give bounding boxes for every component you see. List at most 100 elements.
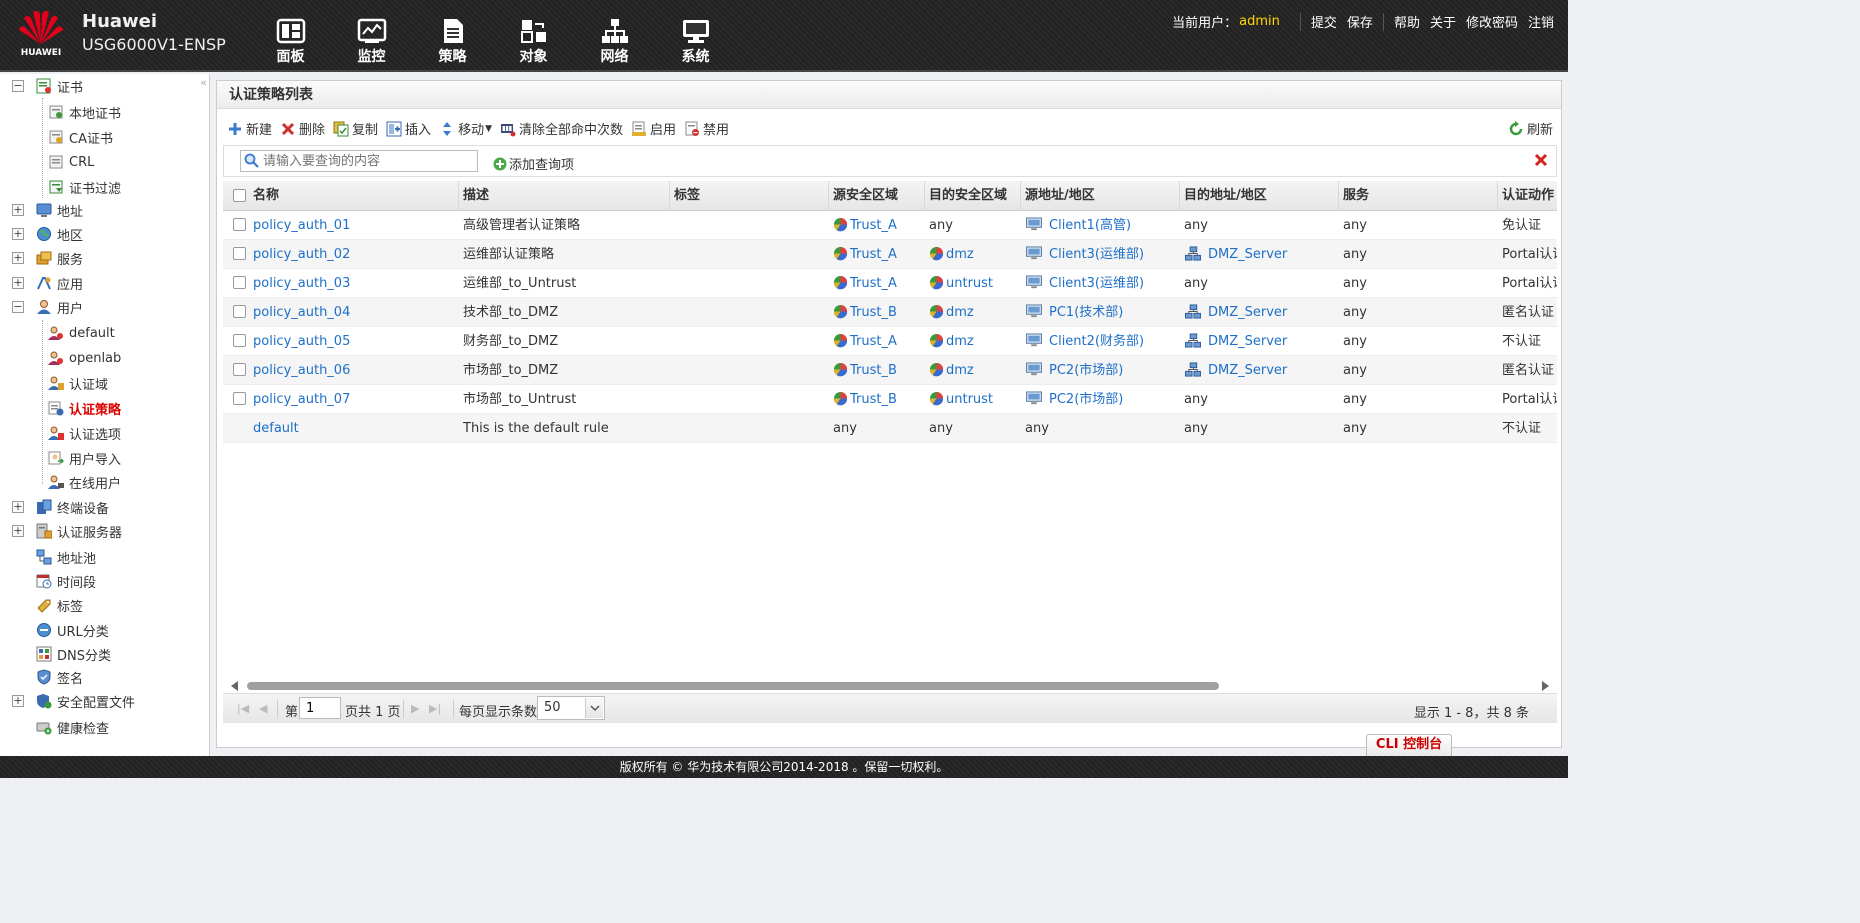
column-source-zone[interactable]: 源安全区域 xyxy=(829,181,925,211)
collapse-toggle-icon[interactable]: − xyxy=(12,301,24,313)
source-zone-cell[interactable]: Trust_A xyxy=(829,211,897,240)
expand-toggle-icon[interactable]: + xyxy=(12,525,24,537)
scroll-right-icon[interactable] xyxy=(1542,681,1549,691)
column-tag[interactable]: 标签 xyxy=(670,181,829,211)
destination-address-cell[interactable]: DMZ_Server xyxy=(1180,356,1287,385)
collapse-sidebar-icon[interactable]: « xyxy=(200,76,207,89)
page-number-input[interactable] xyxy=(299,697,341,719)
sidebar-item-address-pool[interactable]: 地址池 xyxy=(36,546,96,568)
per-page-select[interactable]: 50 xyxy=(537,696,605,720)
change-password-link[interactable]: 修改密码 xyxy=(1466,12,1518,31)
policy-name-cell[interactable]: policy_auth_06 xyxy=(249,356,350,385)
column-description[interactable]: 描述 xyxy=(459,181,670,211)
add-query-condition-button[interactable]: 添加查询项 xyxy=(492,154,574,173)
sidebar-item-certificate[interactable]: − 证书 xyxy=(12,75,83,97)
sidebar-item-service[interactable]: + 服务 xyxy=(12,247,83,269)
nav-system[interactable]: 系统 xyxy=(655,14,736,66)
default-rule-row[interactable]: default This is the default rule any any any… xyxy=(223,414,1557,443)
move-button[interactable]: 移动 ▼ xyxy=(439,119,492,138)
sidebar-item-region[interactable]: + 地区 xyxy=(12,223,83,245)
sidebar-item-terminal-device[interactable]: + 终端设备 xyxy=(12,496,109,518)
scroll-left-icon[interactable] xyxy=(231,681,238,691)
sidebar-item-signature[interactable]: 签名 xyxy=(36,666,83,688)
disable-button[interactable]: 禁用 xyxy=(684,119,729,138)
source-address-cell[interactable]: Client2(财务部) xyxy=(1021,327,1144,356)
column-source-address[interactable]: 源地址/地区 xyxy=(1021,181,1180,211)
source-address-cell[interactable]: PC2(市场部) xyxy=(1021,356,1123,385)
sidebar-item-crl[interactable]: CRL xyxy=(48,151,94,173)
sidebar-item-auth-domain[interactable]: 认证域 xyxy=(48,372,108,394)
destination-zone-cell[interactable]: dmz xyxy=(925,356,974,385)
policy-name-cell[interactable]: policy_auth_05 xyxy=(249,327,350,356)
sidebar-item-ca-cert[interactable]: CA证书 xyxy=(48,126,113,148)
table-row[interactable]: policy_auth_05 财务部_to_DMZ Trust_A dmz Client… xyxy=(223,327,1557,356)
sidebar-item-auth-server[interactable]: + 认证服务器 xyxy=(12,520,122,542)
source-address-cell[interactable]: Client3(运维部) xyxy=(1021,240,1144,269)
sidebar-item-user[interactable]: − 用户 xyxy=(12,296,83,318)
cli-console-button[interactable]: CLI 控制台 xyxy=(1366,734,1452,756)
sidebar-item-health-check[interactable]: 健康检查 xyxy=(36,716,109,738)
destination-address-cell[interactable]: DMZ_Server xyxy=(1180,327,1287,356)
sidebar-item-tag[interactable]: 标签 xyxy=(36,594,83,616)
new-button[interactable]: 新建 xyxy=(227,119,272,138)
row-checkbox[interactable] xyxy=(233,247,246,260)
search-input[interactable] xyxy=(240,150,478,172)
sidebar-item-application[interactable]: + 应用 xyxy=(12,272,83,294)
sidebar-item-user-openlab[interactable]: openlab xyxy=(48,347,121,369)
logout-link[interactable]: 注销 xyxy=(1528,12,1554,31)
sidebar-item-online-users[interactable]: 在线用户 xyxy=(48,471,121,493)
column-name[interactable]: 名称 xyxy=(249,181,459,211)
column-service[interactable]: 服务 xyxy=(1339,181,1498,211)
nav-policy[interactable]: 策略 xyxy=(412,14,493,66)
nav-monitor[interactable]: 监控 xyxy=(331,14,412,66)
sidebar-item-dns-category[interactable]: DNS分类 xyxy=(36,643,111,665)
collapse-toggle-icon[interactable]: − xyxy=(12,80,24,92)
table-row[interactable]: policy_auth_01 高级管理者认证策略 Trust_A any Client1… xyxy=(223,211,1557,240)
horizontal-scrollbar[interactable] xyxy=(223,679,1557,693)
row-checkbox[interactable] xyxy=(233,218,246,231)
copy-button[interactable]: 复制 xyxy=(333,119,378,138)
sidebar-item-time-range[interactable]: 时间段 xyxy=(36,570,96,592)
table-row[interactable]: policy_auth_06 市场部_to_DMZ Trust_B dmz PC2(市场… xyxy=(223,356,1557,385)
destination-address-cell[interactable]: DMZ_Server xyxy=(1180,298,1287,327)
policy-name-cell[interactable]: policy_auth_07 xyxy=(249,385,350,414)
expand-toggle-icon[interactable]: + xyxy=(12,204,24,216)
row-checkbox[interactable] xyxy=(233,276,246,289)
policy-name-cell[interactable]: policy_auth_02 xyxy=(249,240,350,269)
insert-button[interactable]: 插入 xyxy=(386,119,431,138)
destination-zone-cell[interactable]: dmz xyxy=(925,298,974,327)
column-destination-address[interactable]: 目的地址/地区 xyxy=(1180,181,1339,211)
policy-name-cell[interactable]: default xyxy=(249,414,299,443)
nav-object[interactable]: 对象 xyxy=(493,14,574,66)
row-checkbox[interactable] xyxy=(233,363,246,376)
row-checkbox[interactable] xyxy=(233,305,246,318)
save-link[interactable]: 保存 xyxy=(1347,12,1373,31)
clear-search-icon[interactable] xyxy=(1534,153,1548,167)
commit-link[interactable]: 提交 xyxy=(1311,12,1337,31)
table-row[interactable]: policy_auth_02 运维部认证策略 Trust_A dmz Client3(运… xyxy=(223,240,1557,269)
sidebar-item-local-cert[interactable]: 本地证书 xyxy=(48,101,121,123)
sidebar-item-user-import[interactable]: 用户导入 xyxy=(48,447,121,469)
policy-name-cell[interactable]: policy_auth_01 xyxy=(249,211,350,240)
expand-toggle-icon[interactable]: + xyxy=(12,695,24,707)
refresh-button[interactable]: 刷新 xyxy=(1508,119,1553,138)
sidebar-item-cert-filter[interactable]: 证书过滤 xyxy=(48,176,121,198)
next-page-icon[interactable]: ▶ xyxy=(411,702,419,715)
expand-toggle-icon[interactable]: + xyxy=(12,277,24,289)
destination-address-cell[interactable]: DMZ_Server xyxy=(1180,240,1287,269)
column-destination-zone[interactable]: 目的安全区域 xyxy=(925,181,1021,211)
sidebar-item-user-default[interactable]: default xyxy=(48,322,115,344)
source-address-cell[interactable]: Client3(运维部) xyxy=(1021,269,1144,298)
destination-zone-cell[interactable]: dmz xyxy=(925,327,974,356)
source-address-cell[interactable]: Client1(高管) xyxy=(1021,211,1131,240)
source-zone-cell[interactable]: Trust_B xyxy=(829,356,897,385)
source-address-cell[interactable]: PC1(技术部) xyxy=(1021,298,1123,327)
first-page-icon[interactable]: |◀ xyxy=(237,702,249,715)
expand-toggle-icon[interactable]: + xyxy=(12,501,24,513)
nav-network[interactable]: 网络 xyxy=(574,14,655,66)
table-row[interactable]: policy_auth_03 运维部_to_Untrust Trust_A untru… xyxy=(223,269,1557,298)
row-checkbox[interactable] xyxy=(233,334,246,347)
destination-zone-cell[interactable]: untrust xyxy=(925,269,993,298)
delete-button[interactable]: 删除 xyxy=(280,119,325,138)
expand-toggle-icon[interactable]: + xyxy=(12,252,24,264)
